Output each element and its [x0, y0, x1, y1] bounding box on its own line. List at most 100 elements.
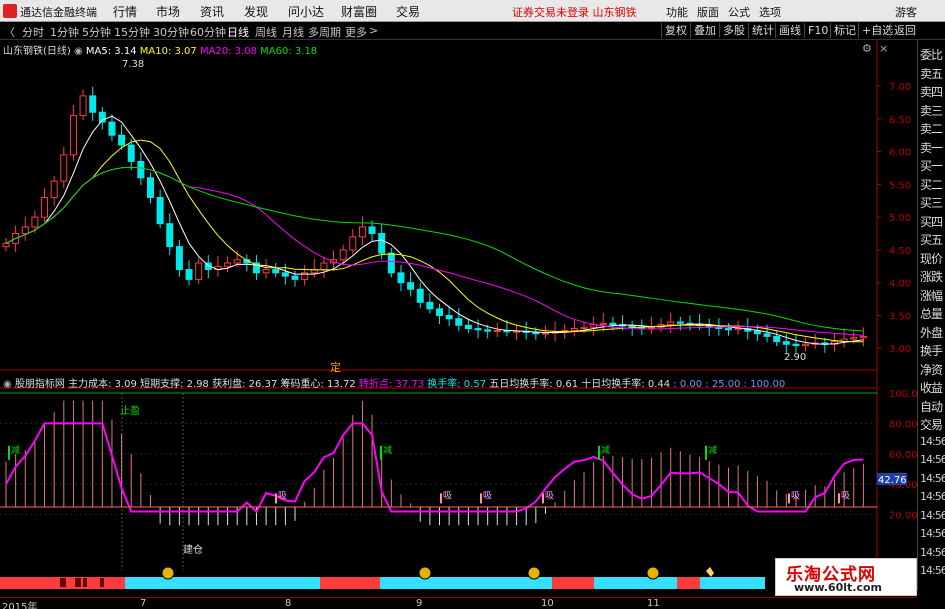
menu-caifuquan[interactable]: 财富圈: [341, 3, 377, 20]
menu-faxian[interactable]: 发现: [244, 3, 268, 20]
ma60-label: MA60: 3.18: [260, 46, 318, 57]
stock-name: 山东钢铁(日线): [3, 46, 71, 57]
side-item[interactable]: 交易: [920, 416, 943, 433]
side-item[interactable]: 14:56: [920, 453, 945, 466]
period-fenshi[interactable]: 分时: [22, 24, 44, 40]
side-item[interactable]: 卖四: [920, 83, 943, 100]
ma45-line: [5, 166, 864, 332]
side-item[interactable]: 卖三: [920, 102, 943, 119]
watermark: 乐淘公式网 www.60lt.com: [775, 558, 917, 596]
guest-button[interactable]: 游客: [895, 4, 917, 20]
btn-diejia[interactable]: 叠加: [690, 23, 719, 38]
period-30min[interactable]: 30分钟: [153, 24, 189, 40]
btn-fuquan[interactable]: 复权: [661, 23, 690, 38]
candle-body: [21, 226, 29, 235]
candle-body: [802, 343, 810, 347]
settings-icon[interactable]: ⚙: [862, 42, 872, 55]
period-monthly[interactable]: 月线: [282, 24, 304, 40]
side-item[interactable]: 涨跌: [920, 268, 943, 285]
candle-body: [773, 335, 781, 343]
gear-icon[interactable]: ◉: [3, 379, 15, 390]
side-item[interactable]: 换手: [920, 342, 943, 359]
eye-icon[interactable]: ◉: [74, 46, 86, 57]
period-5min[interactable]: 5分钟: [82, 24, 111, 40]
side-item[interactable]: 净资: [920, 361, 943, 378]
side-item[interactable]: 买四: [920, 213, 943, 230]
side-item[interactable]: 买五: [920, 231, 943, 248]
candle-body: [50, 180, 58, 198]
candle-body: [455, 318, 463, 326]
candle-body: [195, 262, 203, 280]
candle-body: [156, 196, 164, 225]
menu-wenxiaoda[interactable]: 问小达: [288, 3, 324, 20]
menu-gongneng[interactable]: 功能: [666, 4, 688, 20]
kline-chart[interactable]: 减 减 减 减吸 吸 吸 吸 吸 吸 7.00 6.50 6.00 5.50 5.00 4.50 4.00 3…: [0, 40, 917, 597]
side-item[interactable]: 收益: [920, 379, 943, 396]
btn-biaoji[interactable]: 标记: [830, 23, 859, 38]
btn-tongji[interactable]: 统计: [748, 23, 777, 38]
side-item[interactable]: 14:56: [920, 546, 945, 559]
side-item[interactable]: 总量: [920, 305, 943, 322]
candle-body: [349, 236, 357, 251]
period-multi[interactable]: 多周期: [308, 24, 341, 40]
period-weekly[interactable]: 周线: [255, 24, 277, 40]
ding-marker: 定: [330, 360, 341, 374]
period-15min[interactable]: 15分钟: [114, 24, 150, 40]
candle-body: [147, 177, 154, 198]
side-item[interactable]: 14:56: [920, 509, 945, 522]
buy-signal-label: 吸: [791, 490, 800, 501]
period-60min[interactable]: 60分钟: [190, 24, 226, 40]
ma20-line: [5, 166, 864, 336]
period-toolbar: 〈 分时 1分钟 5分钟 15分钟 30分钟 60分钟 日线 周线 月线 多周期…: [0, 22, 945, 40]
side-item[interactable]: 卖五: [920, 65, 943, 82]
hsl-value: 换手率: 0.57: [427, 379, 487, 390]
btn-huaxian[interactable]: 画线: [775, 23, 804, 38]
y-tick-label: 5.50: [889, 180, 911, 191]
login-notice[interactable]: 证券交易未登录 山东钢铁: [512, 4, 637, 20]
btn-duogu[interactable]: 多股: [719, 23, 748, 38]
ind-tick-label: 100.0: [889, 389, 917, 400]
period-more[interactable]: 更多: [345, 24, 367, 40]
side-item[interactable]: 14:56: [920, 435, 945, 448]
side-item[interactable]: 14:56: [920, 564, 945, 577]
y-tick-label: 4.50: [889, 246, 911, 257]
period-1min[interactable]: 1分钟: [50, 24, 79, 40]
sell-signal-bar: [8, 445, 10, 460]
candle-body: [445, 314, 453, 320]
candle-body: [763, 333, 771, 337]
menu-zixun[interactable]: 资讯: [200, 3, 224, 20]
chevron-left-icon[interactable]: 〈: [4, 24, 15, 40]
candle-body: [224, 262, 232, 267]
candle-body: [570, 328, 578, 332]
side-item[interactable]: 14:56: [920, 472, 945, 485]
period-daily[interactable]: 日线: [227, 24, 249, 40]
close-icon[interactable]: ×: [879, 42, 888, 55]
candle-body: [474, 328, 482, 331]
btn-fanhui[interactable]: 返回: [890, 23, 919, 38]
side-item[interactable]: 买三: [920, 194, 943, 211]
side-item[interactable]: 委比: [920, 46, 943, 63]
btn-f10[interactable]: F10: [804, 23, 831, 38]
sell-signal-label: 减: [383, 444, 392, 456]
menu-shichang[interactable]: 市场: [156, 3, 180, 20]
side-item[interactable]: 外盘: [920, 324, 943, 341]
money-bag-icon: [646, 566, 660, 580]
menu-xuanxiang[interactable]: 选项: [759, 4, 781, 20]
side-item[interactable]: 卖二: [920, 120, 943, 137]
chevron-right-icon[interactable]: >: [369, 24, 378, 37]
side-item[interactable]: 买一: [920, 157, 943, 174]
side-item[interactable]: 买二: [920, 176, 943, 193]
menu-banmian[interactable]: 版面: [697, 4, 719, 20]
side-item[interactable]: 现价: [920, 250, 943, 267]
side-item[interactable]: 涨幅: [920, 287, 943, 304]
side-item[interactable]: 卖一: [920, 139, 943, 156]
side-item[interactable]: 14:56: [920, 527, 945, 540]
chart-grid: [0, 40, 878, 597]
menu-jiaoyi[interactable]: 交易: [396, 3, 420, 20]
side-item[interactable]: 14:56: [920, 490, 945, 503]
menu-hangqing[interactable]: 行情: [113, 3, 137, 20]
side-item[interactable]: 自动: [920, 398, 943, 415]
turn-value: 转折点: 37.73: [358, 379, 425, 390]
menu-gongshi[interactable]: 公式: [728, 4, 750, 20]
buy-signal-label: 吸: [483, 490, 492, 501]
